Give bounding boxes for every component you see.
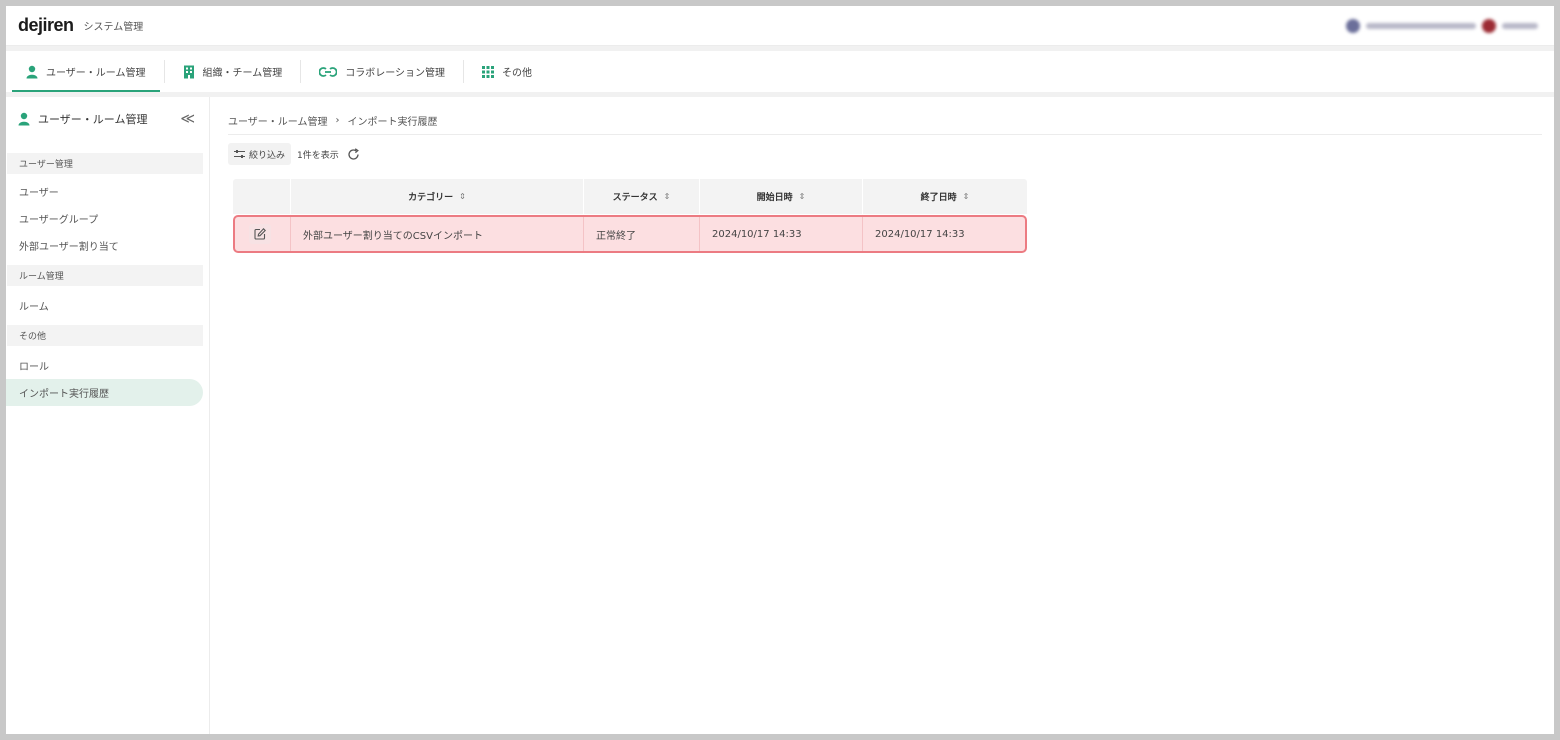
top-nav-tabs: ユーザー・ルーム管理 組織・チーム管理 コラボレーション管理 その他 (6, 51, 1554, 92)
sidebar-section-user-management: ユーザー管理 (7, 153, 203, 174)
column-header-action (233, 179, 291, 214)
table-toolbar: 絞り込み 1件を表示 (228, 143, 363, 165)
tab-organization-team[interactable]: 組織・チーム管理 (169, 51, 297, 92)
refresh-icon (348, 147, 360, 160)
import-history-table: カテゴリー ⇕ ステータス ⇕ 開始日時 ⇕ 終了日時 ⇕ 外部ユーザー割り当て… (233, 179, 1027, 253)
sidebar-section-other: その他 (7, 325, 203, 346)
person-icon (26, 65, 38, 78)
sidebar-item-external-user-assignment[interactable]: 外部ユーザー割り当て (6, 232, 209, 259)
column-header-label: ステータス (612, 193, 658, 203)
user-avatar (1482, 19, 1496, 33)
sidebar-title: ユーザー・ルーム管理 (38, 113, 148, 126)
organization-avatar (1346, 19, 1360, 33)
column-header-status[interactable]: ステータス ⇕ (584, 179, 700, 214)
dejiren-logo[interactable]: dejiren (18, 15, 74, 36)
app-title: システム管理 (83, 22, 144, 33)
cell-start-time: 2024/10/17 14:33 (700, 217, 863, 251)
collapse-sidebar-icon[interactable]: ≪ (180, 111, 195, 127)
sidebar-item-rooms[interactable]: ルーム (6, 292, 209, 319)
tab-label: 組織・チーム管理 (202, 68, 283, 79)
cell-category: 外部ユーザー割り当てのCSVインポート (291, 217, 584, 251)
sidebar-item-user-groups[interactable]: ユーザーグループ (6, 205, 209, 232)
app-window: dejiren システム管理 ユーザー・ルーム管理 組織・チーム管理 コラボレー… (6, 6, 1554, 734)
refresh-button[interactable] (345, 145, 363, 163)
sort-icon: ⇕ (459, 192, 466, 201)
sidebar-item-users[interactable]: ユーザー (6, 178, 209, 205)
table-row[interactable]: 外部ユーザー割り当てのCSVインポート 正常終了 2024/10/17 14:3… (233, 215, 1027, 253)
sort-icon: ⇕ (962, 192, 970, 201)
breadcrumb: ユーザー・ルーム管理 › インポート実行履歴 (228, 113, 438, 128)
sidebar: ユーザー・ルーム管理 ≪ ユーザー管理 ユーザー ユーザーグループ 外部ユーザー… (6, 97, 210, 734)
cell-end-time: 2024/10/17 14:33 (875, 228, 965, 240)
column-header-label: 開始日時 (756, 193, 793, 203)
breadcrumb-separator: › (335, 115, 340, 126)
sidebar-header: ユーザー・ルーム管理 ≪ (6, 97, 209, 141)
link-icon (319, 66, 338, 77)
breadcrumb-divider (228, 134, 1542, 135)
sidebar-item-roles[interactable]: ロール (6, 352, 209, 379)
grid-icon (482, 65, 495, 78)
column-header-start-time[interactable]: 開始日時 ⇕ (700, 179, 863, 214)
tab-other[interactable]: その他 (468, 51, 546, 92)
breadcrumb-current: インポート実行履歴 (347, 117, 438, 128)
tab-label: その他 (502, 68, 533, 79)
tab-divider (163, 60, 165, 83)
sort-icon: ⇕ (663, 192, 671, 201)
edit-icon (254, 228, 266, 240)
user-menu[interactable] (1346, 18, 1538, 34)
column-header-category[interactable]: カテゴリー ⇕ (291, 179, 584, 214)
tab-label: ユーザー・ルーム管理 (46, 68, 146, 79)
top-header: dejiren システム管理 (6, 6, 1554, 46)
tab-divider (300, 60, 302, 83)
table-header: カテゴリー ⇕ ステータス ⇕ 開始日時 ⇕ 終了日時 ⇕ (233, 179, 1027, 214)
user-name-blurred (1502, 23, 1538, 29)
tab-divider (463, 60, 465, 83)
column-header-end-time[interactable]: 終了日時 ⇕ (863, 179, 1027, 214)
result-count: 1件を表示 (297, 150, 339, 161)
column-header-label: 終了日時 (920, 193, 957, 203)
breadcrumb-parent-link[interactable]: ユーザー・ルーム管理 (228, 113, 328, 128)
tab-label: コラボレーション管理 (345, 68, 446, 79)
building-icon (183, 65, 194, 78)
organization-name-blurred (1366, 23, 1476, 29)
filter-sliders-icon (234, 150, 245, 158)
filter-button[interactable]: 絞り込み (228, 143, 292, 165)
cell-status: 正常終了 (584, 217, 700, 251)
row-action-cell (235, 217, 291, 251)
tab-collaboration[interactable]: コラボレーション管理 (305, 51, 459, 92)
person-icon (18, 112, 30, 126)
main-content: ユーザー・ルーム管理 › インポート実行履歴 絞り込み 1件を表示 カテゴリー … (216, 97, 1554, 734)
tab-user-room[interactable]: ユーザー・ルーム管理 (6, 51, 160, 92)
sidebar-section-room-management: ルーム管理 (7, 265, 203, 286)
edit-button[interactable] (249, 224, 271, 244)
sidebar-item-import-history[interactable]: インポート実行履歴 (6, 379, 203, 406)
sort-icon: ⇕ (798, 192, 806, 201)
column-header-label: カテゴリー (408, 193, 454, 203)
filter-label: 絞り込み (249, 150, 286, 161)
